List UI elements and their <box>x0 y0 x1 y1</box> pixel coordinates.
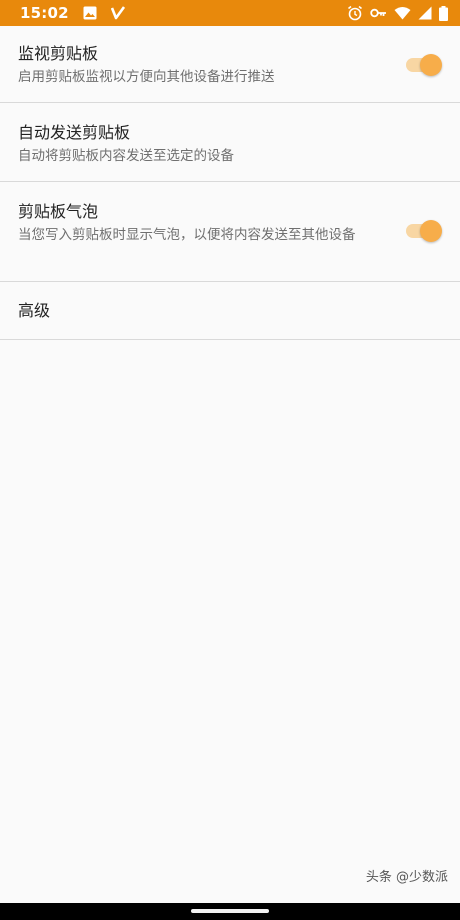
alarm-icon <box>347 5 363 21</box>
switch-thumb <box>420 220 442 242</box>
watermark: 头条 @少数派 <box>365 870 448 885</box>
key-icon <box>370 7 387 19</box>
switch-thumb <box>420 54 442 76</box>
battery-icon <box>439 5 448 21</box>
preference-list: 监视剪贴板 启用剪贴板监视以方便向其他设备进行推送 自动发送剪贴板 自动将剪贴板… <box>0 26 460 340</box>
pref-auto-send-clipboard[interactable]: 自动发送剪贴板 自动将剪贴板内容发送至选定的设备 <box>0 103 460 182</box>
monitor-clipboard-switch[interactable] <box>404 53 442 77</box>
status-time: 15:02 <box>20 4 69 22</box>
status-left: 15:02 <box>20 4 125 22</box>
pref-title: 监视剪贴板 <box>18 44 99 63</box>
pref-monitor-clipboard[interactable]: 监视剪贴板 启用剪贴板监视以方便向其他设备进行推送 <box>0 26 460 103</box>
pref-summary: 自动将剪贴板内容发送至选定的设备 <box>18 148 234 164</box>
pref-title: 自动发送剪贴板 <box>18 123 131 142</box>
pref-title: 剪贴板气泡 <box>18 202 99 221</box>
status-bar: 15:02 <box>0 0 460 26</box>
pref-summary: 当您写入剪贴板时显示气泡，以便将内容发送至其他设备 <box>18 227 356 243</box>
pref-advanced[interactable]: 高级 <box>0 282 460 340</box>
clipboard-bubble-switch[interactable] <box>404 219 442 243</box>
pref-title: 高级 <box>18 301 51 320</box>
pref-clipboard-bubble[interactable]: 剪贴板气泡 当您写入剪贴板时显示气泡，以便将内容发送至其他设备 <box>0 182 460 282</box>
v-check-icon <box>110 6 125 20</box>
signal-icon <box>418 6 432 20</box>
navigation-bar <box>0 903 460 920</box>
wifi-icon <box>394 6 411 20</box>
status-right <box>347 5 448 21</box>
home-gesture-handle[interactable] <box>191 909 269 913</box>
pref-summary: 启用剪贴板监视以方便向其他设备进行推送 <box>18 69 275 85</box>
image-icon <box>83 6 97 20</box>
